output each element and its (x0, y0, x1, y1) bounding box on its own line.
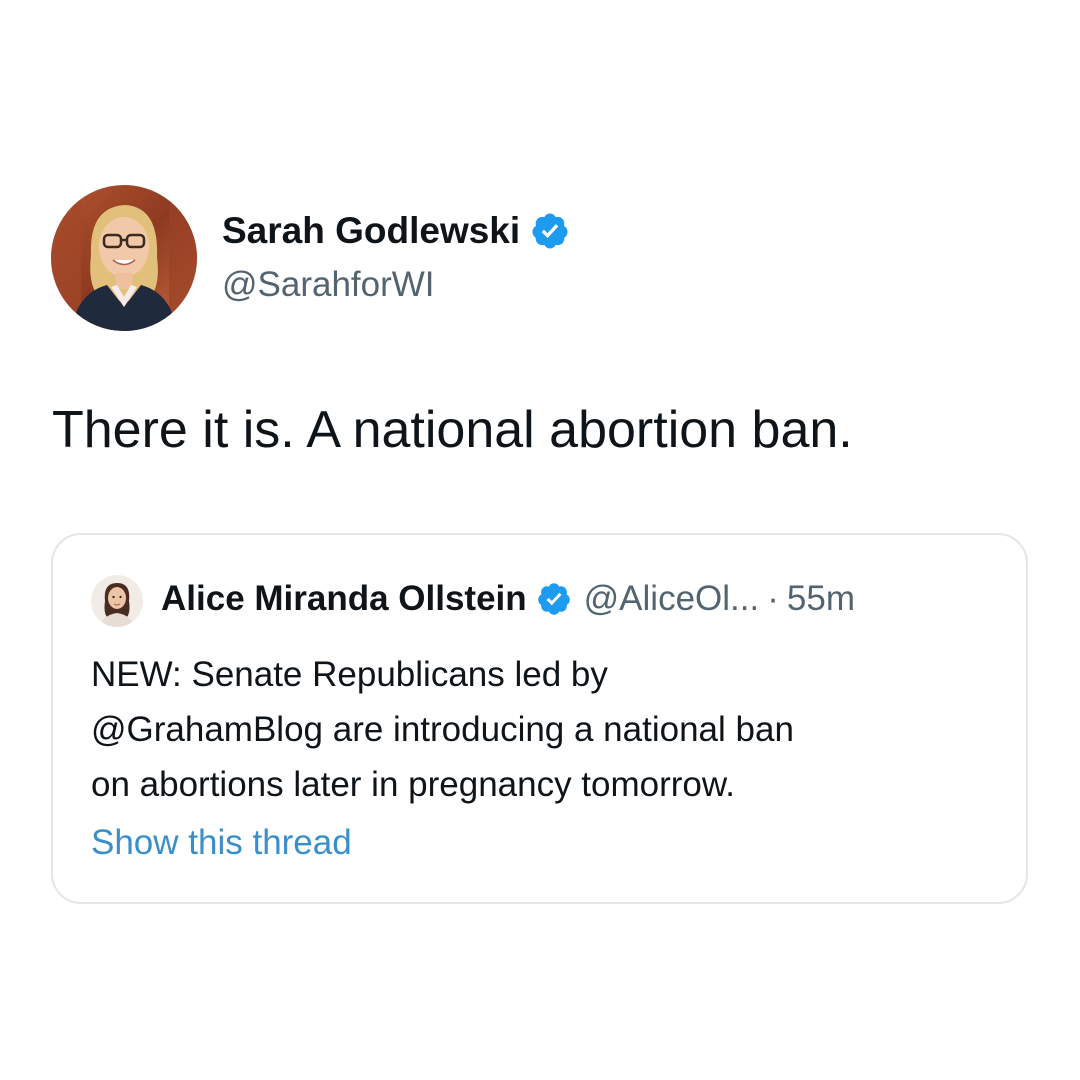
tweet: Sarah Godlewski @SarahforWI There it is.… (0, 0, 1080, 1080)
quoted-author-handle[interactable]: @AliceOl... (584, 579, 760, 619)
quoted-tweet-card[interactable]: Alice Miranda Ollstein @AliceOl... · 55m… (51, 533, 1028, 904)
quoted-tweet-text-line: on abortions later in pregnancy tomorrow… (91, 765, 735, 804)
author-handle[interactable]: @SarahforWI (222, 265, 435, 305)
verified-badge-icon (536, 581, 572, 617)
separator-dot: · (767, 579, 779, 618)
author-avatar[interactable] (51, 185, 197, 331)
quoted-tweet-text: NEW: Senate Republicans led by @GrahamBl… (91, 647, 991, 812)
quoted-author-name[interactable]: Alice Miranda Ollstein (161, 579, 527, 619)
quoted-tweet-header: Alice Miranda Ollstein @AliceOl... · 55m (161, 579, 855, 619)
tweet-text: There it is. A national abortion ban. (52, 401, 853, 459)
author-name[interactable]: Sarah Godlewski (222, 210, 520, 252)
quoted-tweet-text-line: NEW: Senate Republicans led by (91, 655, 608, 694)
show-thread-link[interactable]: Show this thread (91, 823, 352, 863)
quoted-tweet-timestamp[interactable]: 55m (787, 579, 855, 619)
verified-badge-icon (530, 211, 570, 251)
author-name-row: Sarah Godlewski (222, 210, 570, 252)
quoted-tweet-text-line: @GrahamBlog are introducing a national b… (91, 710, 794, 749)
quoted-author-avatar[interactable] (91, 575, 143, 627)
